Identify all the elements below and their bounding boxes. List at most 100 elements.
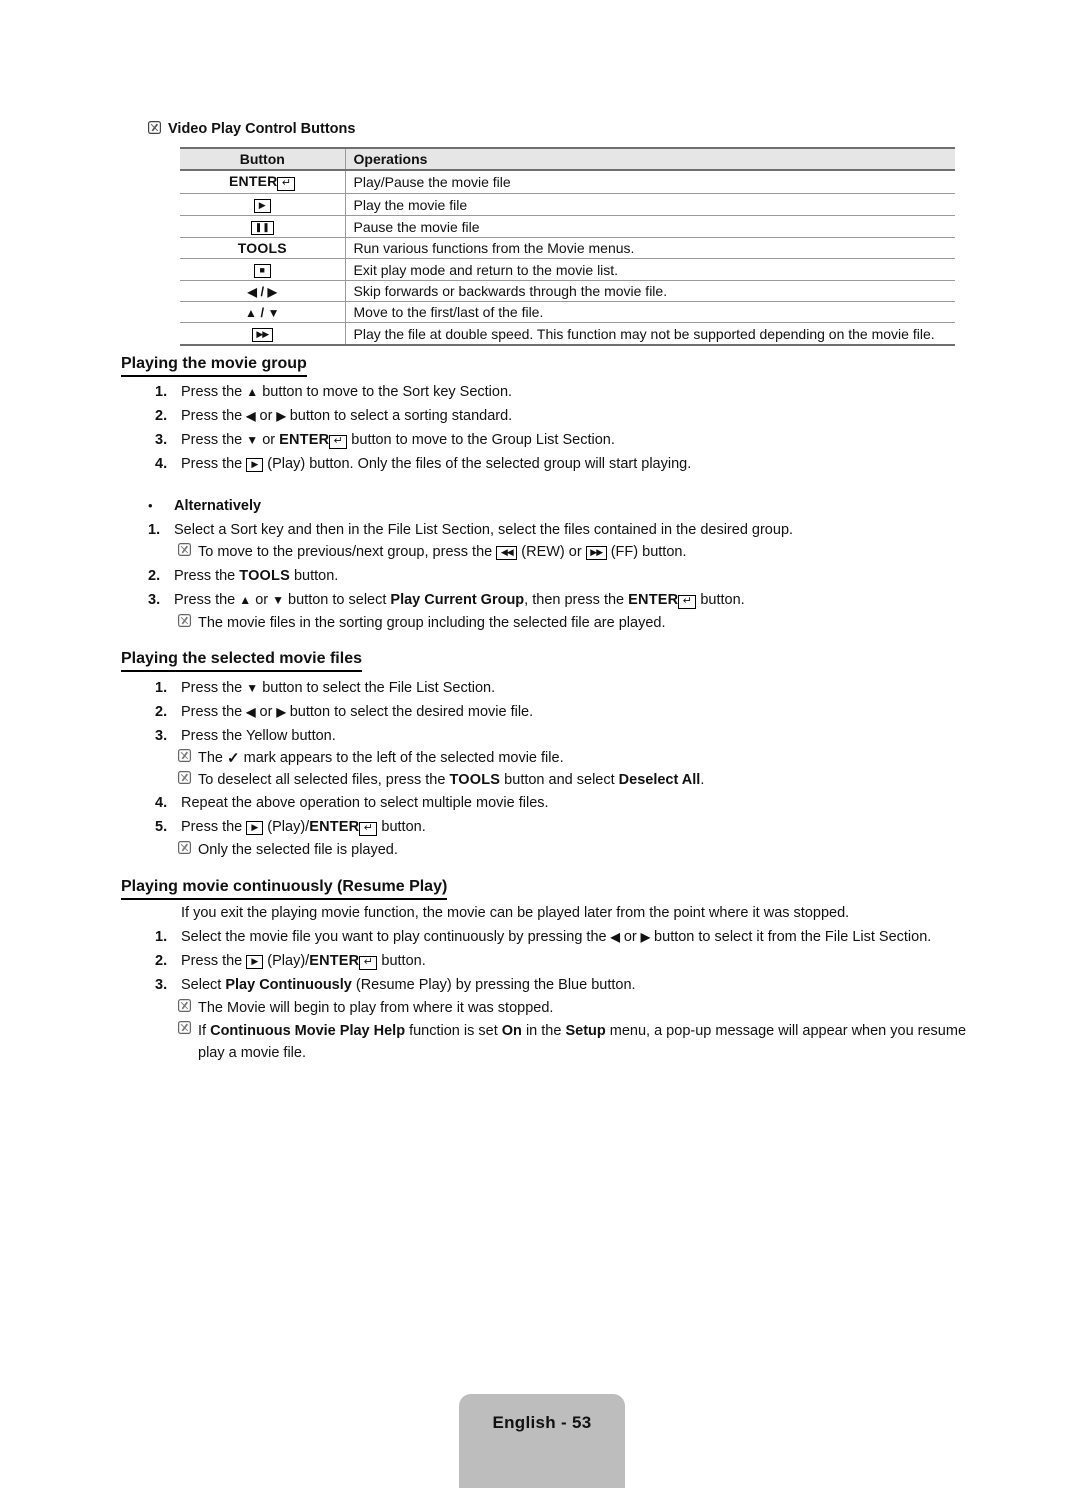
- list-number: 1.: [148, 522, 161, 538]
- alternatively-bullet-item: • Alternatively: [148, 497, 261, 517]
- list-text: Press the ▼ or ENTER ↵ button to move to …: [181, 432, 615, 449]
- down-arrow-icon: ▼: [246, 681, 259, 695]
- note-text: If Continuous Movie Play Help function i…: [198, 1023, 967, 1061]
- table-cell-operation: Run various functions from the Movie men…: [345, 237, 955, 259]
- checkmark-icon: ✓: [227, 750, 240, 767]
- right-arrow-icon: ▶: [267, 285, 277, 299]
- list-text: Press the Yellow button.: [181, 728, 336, 744]
- table-row: TOOLS Run various functions from the Mov…: [180, 237, 955, 259]
- list-item: 1. Press the ▼ button to select the File…: [155, 679, 495, 699]
- video-play-control-table: Button Operations ENTER ↵ Play/Pause the …: [180, 147, 955, 346]
- note-pencil-icon: [148, 121, 161, 134]
- down-arrow-icon: ▼: [272, 593, 285, 607]
- note-pencil-icon: [178, 841, 191, 854]
- note-line: The movie files in the sorting group inc…: [178, 614, 666, 634]
- table-cell-operation: Exit play mode and return to the movie l…: [345, 258, 955, 281]
- list-item: 3. Press the ▲ or ▼ button to select Pla…: [148, 591, 745, 611]
- note-pencil-icon: [178, 749, 191, 762]
- list-text: Select the movie file you want to play c…: [181, 929, 932, 945]
- alternatively-label: Alternatively: [174, 498, 262, 514]
- heading-playing-movie-continuously: Playing movie continuously (Resume Play): [121, 878, 448, 900]
- down-arrow-icon: ▼: [267, 306, 280, 320]
- list-item: 1. Select a Sort key and then in the Fil…: [148, 521, 793, 541]
- note-text: To move to the previous/next group, pres…: [198, 544, 687, 560]
- table-cell-operation: Skip forwards or backwards through the m…: [345, 280, 955, 302]
- fast-forward-key-icon: ▶▶: [585, 546, 607, 560]
- table-row: ENTER ↵ Play/Pause the movie file: [180, 169, 955, 194]
- table-header-operations: Operations: [345, 147, 955, 171]
- list-item: 2. Press the TOOLS button.: [148, 567, 338, 587]
- list-number: 1.: [155, 384, 168, 400]
- table-cell-button: ▲ / ▼: [180, 301, 346, 323]
- note-pencil-icon: [178, 614, 191, 627]
- down-arrow-icon: ▼: [246, 433, 259, 447]
- page-number-label: English - 53: [492, 1413, 592, 1432]
- table-body: ENTER ↵ Play/Pause the movie file ▶ Play …: [180, 169, 955, 346]
- note-text: Only the selected file is played.: [198, 842, 398, 858]
- enter-key-icon: ↵: [329, 435, 348, 449]
- resume-play-intro: If you exit the playing movie function, …: [181, 905, 850, 921]
- top-note-label: Video Play Control Buttons: [168, 121, 356, 137]
- list-number: 3.: [155, 977, 168, 993]
- table-row: ▶▶ Play the file at double speed. This f…: [180, 322, 955, 346]
- enter-label: ENTER: [229, 173, 278, 189]
- table-cell-button: ■: [180, 258, 346, 281]
- up-arrow-icon: ▲: [244, 306, 257, 320]
- list-item: 1. Press the ▲ button to move to the Sor…: [155, 383, 512, 403]
- list-number: 2.: [155, 953, 168, 969]
- play-key-icon: ▶: [246, 458, 264, 472]
- list-number: 5.: [155, 819, 168, 835]
- table-cell-button: ENTER ↵: [180, 169, 346, 194]
- enter-key-icon: ↵: [678, 595, 697, 609]
- table-cell-button: TOOLS: [180, 237, 346, 259]
- right-arrow-icon: ▶: [276, 705, 286, 719]
- list-number: 4.: [155, 456, 168, 472]
- table-cell-button: ◀ / ▶: [180, 280, 346, 302]
- note-text: To deselect all selected files, press th…: [198, 772, 705, 788]
- play-key-icon: ▶: [253, 199, 271, 213]
- table-row: ■ Exit play mode and return to the movie…: [180, 258, 955, 281]
- left-arrow-icon: ◀: [610, 930, 620, 944]
- table-cell-operation: Play/Pause the movie file: [345, 169, 955, 194]
- list-text: Press the ◀ or ▶ button to select a sort…: [181, 408, 513, 424]
- note-line: To deselect all selected files, press th…: [178, 771, 704, 791]
- right-arrow-icon: ▶: [276, 409, 286, 423]
- list-item: 5. Press the ▶ (Play)/ENTER ↵ button.: [155, 818, 426, 838]
- list-item: 2. Press the ◀ or ▶ button to select a s…: [155, 407, 512, 427]
- table-row: ▶ Play the movie file: [180, 193, 955, 216]
- video-play-control-note: Video Play Control Buttons: [148, 121, 355, 137]
- list-item: 3. Press the Yellow button.: [155, 727, 336, 747]
- note-pencil-icon: [178, 999, 191, 1012]
- list-item: 4. Repeat the above operation to select …: [155, 794, 549, 814]
- list-text: Select Play Continuously (Resume Play) b…: [181, 977, 636, 993]
- note-text: The ✓ mark appears to the left of the se…: [198, 750, 564, 767]
- note-line: Only the selected file is played.: [178, 841, 398, 861]
- list-text: Press the ▲ or ▼ button to select Play C…: [174, 592, 745, 609]
- list-item: 3. Press the ▼ or ENTER ↵ button to move …: [155, 431, 615, 451]
- list-number: 4.: [155, 795, 168, 811]
- table-cell-button: ❚❚: [180, 215, 346, 238]
- list-item: 1. Select the movie file you want to pla…: [155, 928, 931, 948]
- table-cell-operation: Move to the first/last of the file.: [345, 301, 955, 323]
- list-text: Press the ◀ or ▶ button to select the de…: [181, 704, 534, 720]
- list-text: Press the TOOLS button.: [174, 568, 339, 584]
- pause-key-icon: ❚❚: [250, 221, 274, 235]
- list-text: Press the ▶ (Play) button. Only the file…: [181, 456, 692, 472]
- table-row: ▲ / ▼ Move to the first/last of the file…: [180, 301, 955, 323]
- left-arrow-icon: ◀: [246, 409, 256, 423]
- list-number: 2.: [155, 408, 168, 424]
- list-item: 3. Select Play Continuously (Resume Play…: [155, 976, 636, 996]
- note-text: The Movie will begin to play from where …: [198, 1000, 554, 1016]
- heading-playing-selected-movie-files: Playing the selected movie files: [121, 650, 362, 672]
- note-line: To move to the previous/next group, pres…: [178, 543, 686, 563]
- enter-key-icon: ↵: [277, 177, 296, 191]
- table-cell-operation: Play the movie file: [345, 193, 955, 216]
- enter-key-icon: ↵: [359, 822, 378, 836]
- list-text: Press the ▼ button to select the File Li…: [181, 680, 496, 696]
- note-pencil-icon: [178, 1021, 191, 1034]
- list-item: 2. Press the ▶ (Play)/ENTER ↵ button.: [155, 952, 426, 972]
- list-text: Select a Sort key and then in the File L…: [174, 522, 794, 538]
- page-number-badge: English - 53: [459, 1394, 625, 1488]
- note-line: If Continuous Movie Play Help function i…: [178, 1021, 968, 1065]
- tools-label: TOOLS: [237, 240, 287, 256]
